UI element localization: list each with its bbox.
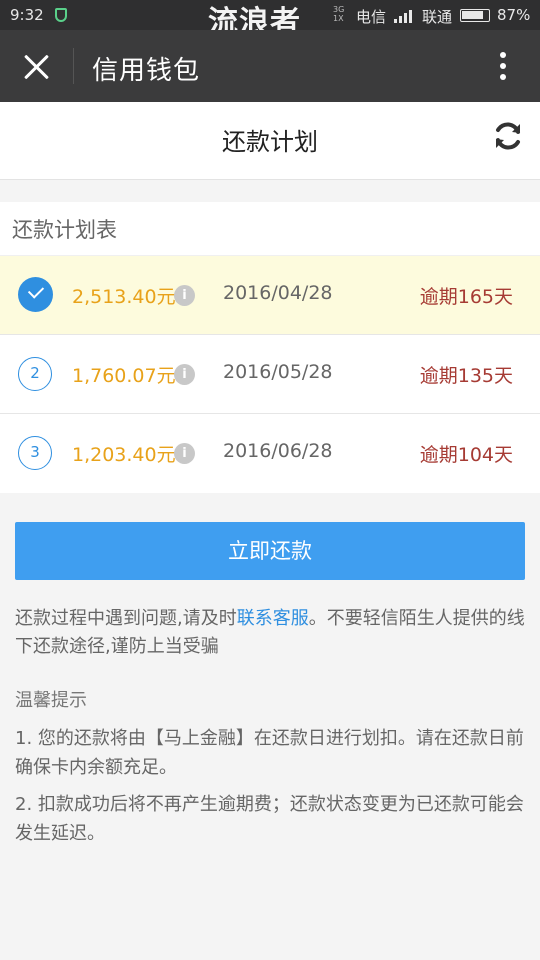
signal-icon	[394, 9, 414, 23]
repayment-plan-table: 还款计划表 2,513.40元 i 2016/04/28 逾期165天 2 1,…	[0, 202, 540, 493]
plan-overdue: 逾期135天	[419, 365, 513, 387]
plan-overdue: 逾期165天	[419, 286, 513, 308]
notice-prefix: 还款过程中遇到问题,请及时	[15, 608, 237, 629]
refresh-icon[interactable]	[492, 120, 524, 152]
battery-icon	[460, 9, 490, 22]
contact-support-link[interactable]: 联系客服	[237, 608, 309, 629]
page-header: 还款计划	[0, 102, 540, 180]
status-bar: 9:32 流浪者 3G 1X 电信 联通 87%	[0, 0, 540, 40]
page-title: 还款计划	[222, 128, 318, 156]
plan-amount: 1,203.40元	[72, 444, 176, 466]
info-icon[interactable]: i	[174, 443, 195, 464]
plan-amount: 2,513.40元	[72, 286, 176, 308]
tip-item: 2. 扣款成功后将不再产生逾期费；还款状态变更为已还款可能会发生延迟。	[15, 794, 524, 844]
info-icon[interactable]: i	[174, 285, 195, 306]
plan-date: 2016/06/28	[223, 440, 333, 462]
checked-icon[interactable]	[18, 277, 53, 312]
plan-amount: 1,760.07元	[72, 365, 176, 387]
battery-percent: 87%	[497, 6, 531, 24]
header-divider	[73, 48, 74, 84]
step-number-icon[interactable]: 2	[18, 357, 52, 391]
repay-now-button[interactable]: 立即还款	[15, 522, 525, 580]
app-header: 信用钱包	[0, 30, 540, 102]
status-time: 9:32	[10, 6, 44, 24]
tips-title: 温馨提示	[15, 690, 87, 711]
carrier-1-label: 电信	[356, 8, 387, 26]
step-number-icon[interactable]: 3	[18, 436, 52, 470]
shield-icon	[55, 8, 67, 22]
notice-text: 还款过程中遇到问题,请及时联系客服。不要轻信陌生人提供的线下还款途径,谨防上当受…	[15, 605, 527, 661]
plan-row[interactable]: 2,513.40元 i 2016/04/28 逾期165天	[0, 256, 540, 335]
close-icon[interactable]	[20, 50, 52, 82]
plan-caption: 还款计划表	[0, 202, 540, 256]
tip-item: 1. 您的还款将由【马上金融】在还款日进行划扣。请在还款日前确保卡内余额充足。	[15, 728, 524, 778]
plan-date: 2016/05/28	[223, 361, 333, 383]
app-title: 信用钱包	[92, 56, 201, 86]
plan-overdue: 逾期104天	[419, 444, 513, 466]
battery-fill	[462, 11, 483, 19]
info-icon[interactable]: i	[174, 364, 195, 385]
plan-row[interactable]: 2 1,760.07元 i 2016/05/28 逾期135天	[0, 335, 540, 414]
plan-row[interactable]: 3 1,203.40元 i 2016/06/28 逾期104天	[0, 414, 540, 493]
plan-date: 2016/04/28	[223, 282, 333, 304]
more-vertical-icon[interactable]	[495, 48, 511, 84]
carrier-2-label: 联通	[422, 8, 453, 26]
network-type-label: 3G 1X	[333, 5, 345, 23]
